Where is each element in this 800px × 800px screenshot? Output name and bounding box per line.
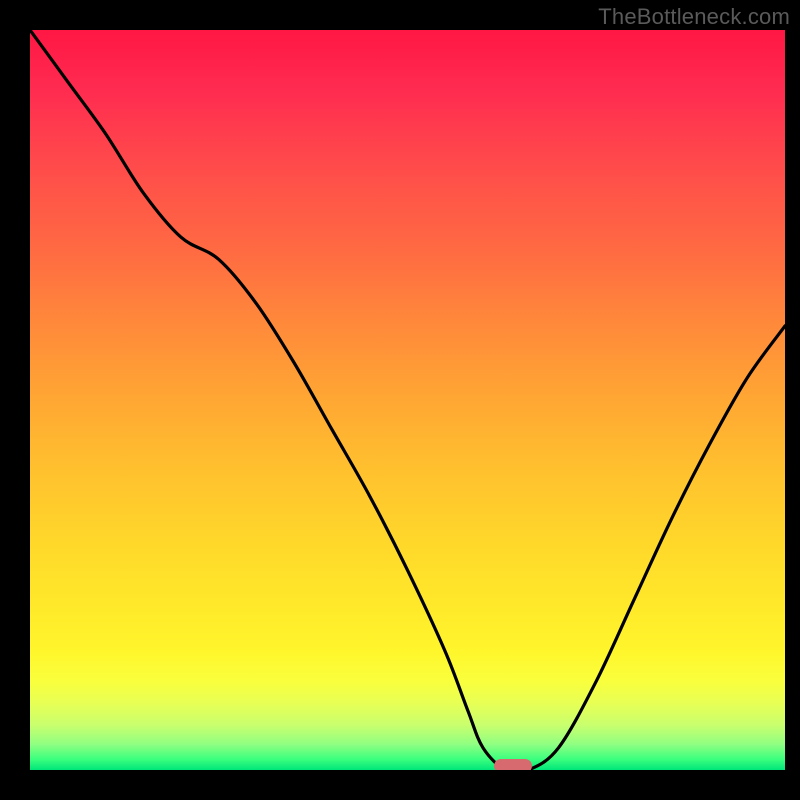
curve-path [30, 30, 785, 770]
watermark-text: TheBottleneck.com [598, 4, 790, 30]
plot-area [30, 30, 785, 770]
bottleneck-curve [30, 30, 785, 770]
chart-frame: TheBottleneck.com [0, 0, 800, 800]
optimal-marker [494, 759, 532, 770]
